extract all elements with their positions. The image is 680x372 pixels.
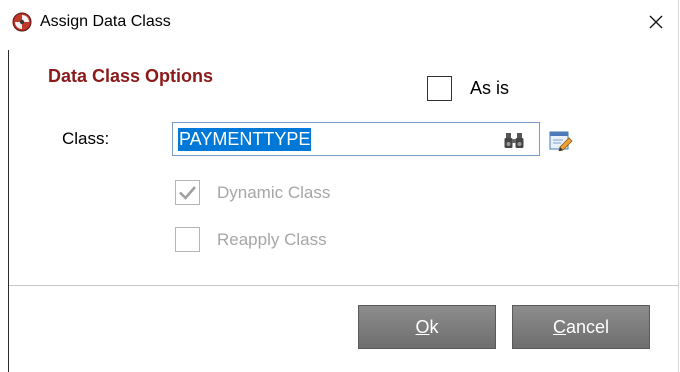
cancel-label-rest: ancel	[565, 316, 610, 337]
class-input[interactable]: PAYMENTTYPE	[172, 122, 540, 156]
close-button[interactable]	[638, 6, 674, 40]
cancel-mnemonic: C	[552, 316, 566, 337]
window-right-border	[678, 0, 679, 372]
as-is-checkbox[interactable]	[427, 76, 452, 101]
close-icon	[649, 15, 663, 29]
checkmark-icon	[179, 186, 196, 200]
as-is-label[interactable]: As is	[470, 78, 509, 99]
divider	[9, 285, 679, 286]
binoculars-icon[interactable]	[504, 131, 524, 149]
title-bar: Assign Data Class	[0, 0, 679, 46]
class-input-value[interactable]: PAYMENTTYPE	[178, 128, 312, 151]
ok-button[interactable]: Ok	[358, 305, 496, 349]
window-title: Assign Data Class	[40, 13, 171, 30]
assign-data-class-dialog: Assign Data Class Data Class Options As …	[0, 0, 679, 372]
class-label: Class:	[62, 129, 110, 148]
cancel-button[interactable]: Cancel	[512, 305, 650, 349]
reapply-class-checkbox[interactable]	[175, 227, 200, 252]
dynamic-class-label[interactable]: Dynamic Class	[217, 183, 330, 203]
reapply-class-label[interactable]: Reapply Class	[217, 230, 327, 250]
ok-mnemonic: O	[415, 316, 430, 337]
ok-label-rest: k	[429, 316, 439, 337]
dynamic-class-checkbox[interactable]	[175, 180, 200, 205]
app-icon	[12, 12, 32, 32]
edit-icon[interactable]	[549, 129, 573, 151]
section-title: Data Class Options	[48, 66, 214, 86]
window-left-border	[8, 50, 9, 372]
